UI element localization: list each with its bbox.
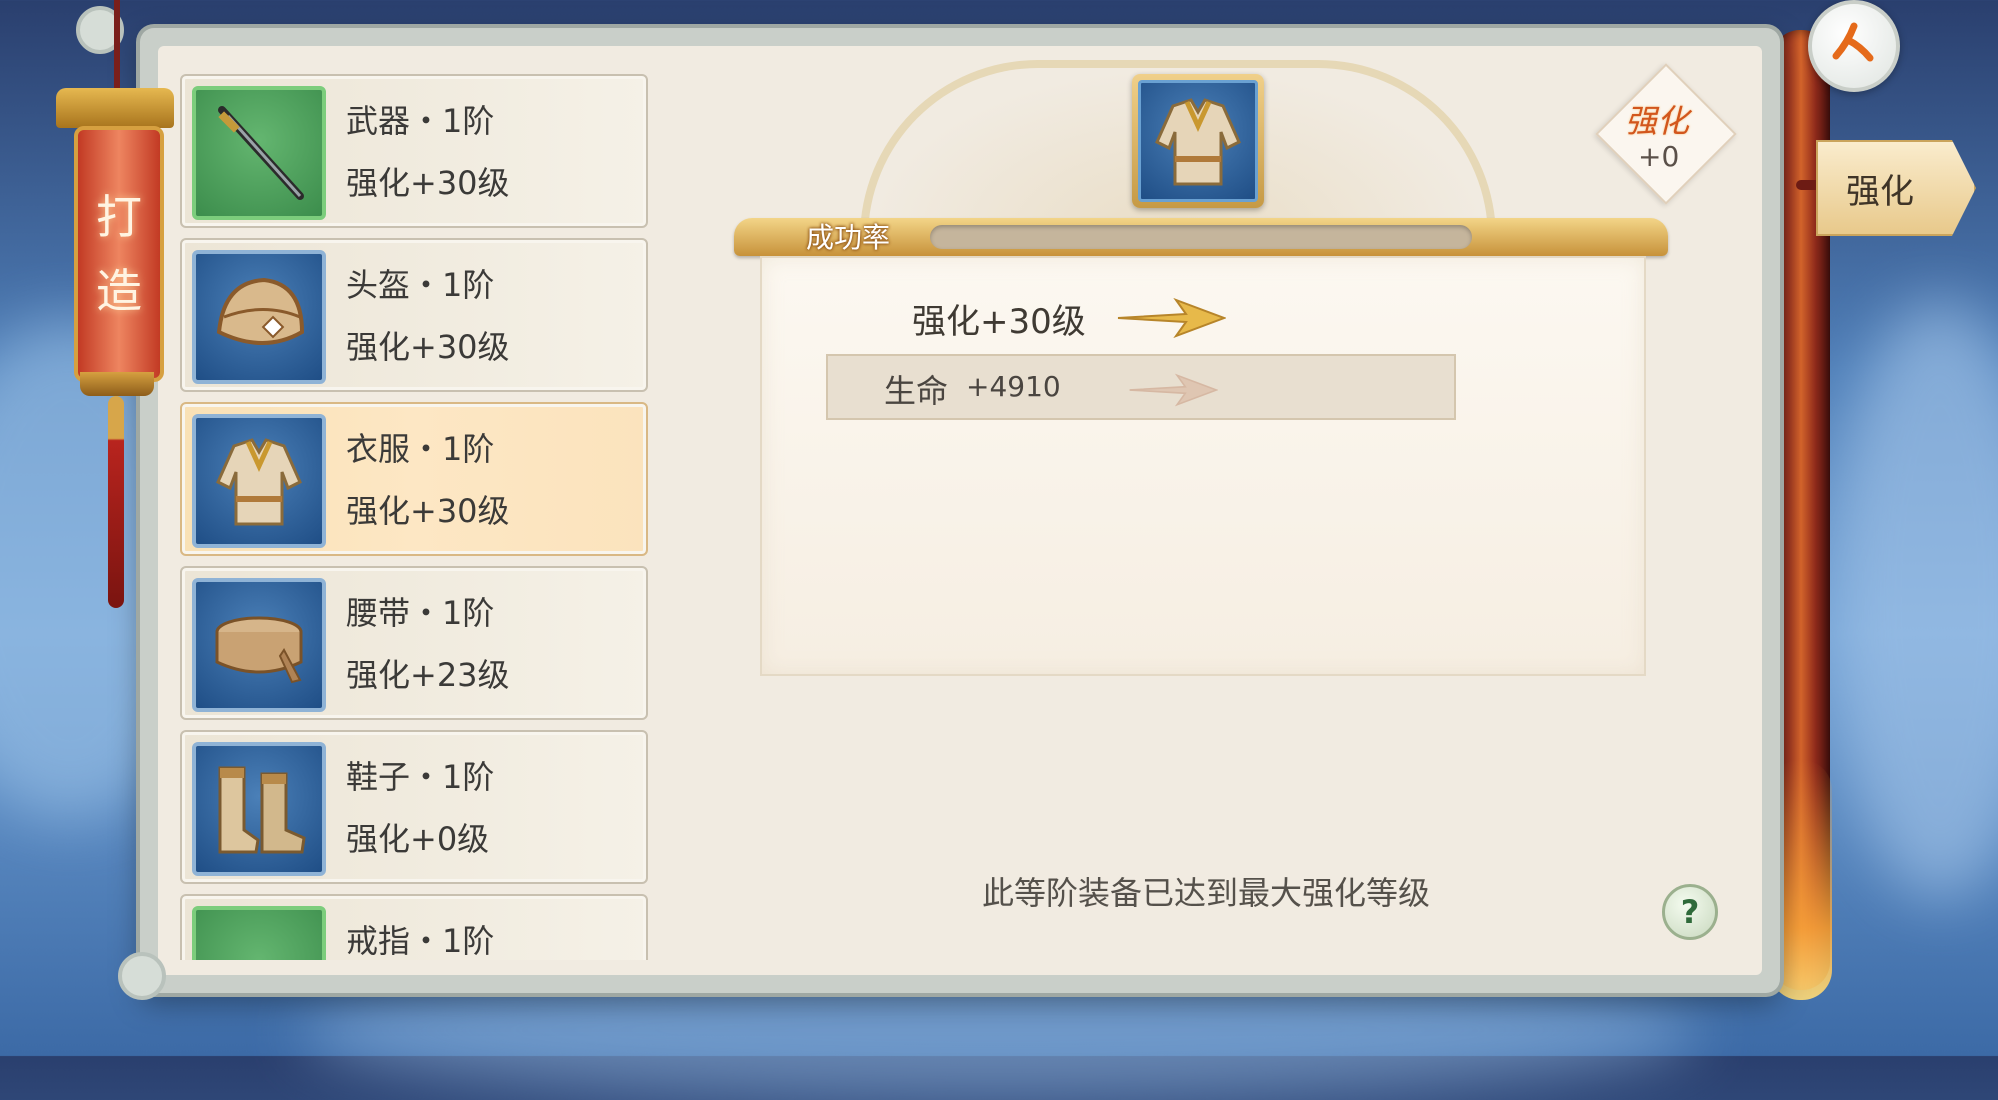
equipment-name: 鞋子・1阶 (346, 758, 495, 796)
belt-icon (192, 578, 326, 712)
lantern-cap (56, 88, 174, 128)
selected-equipment-slot[interactable] (1132, 74, 1264, 208)
equipment-level: 强化+30级 (346, 328, 510, 366)
background-cloud (1830, 300, 1998, 900)
equipment-item-boots[interactable]: 鞋子・1阶 强化+0级 (180, 730, 648, 884)
armor-icon (1138, 80, 1258, 202)
equipment-item-ring[interactable]: 戒指・1阶 (180, 894, 648, 960)
stat-label: 生命 (884, 372, 949, 410)
lantern-char-1: 打 (96, 190, 142, 244)
success-rate-label: 成功率 (806, 221, 891, 254)
frame-corner-ornament (118, 952, 166, 1000)
help-button[interactable]: ? (1662, 884, 1718, 940)
arrow-right-icon (1117, 298, 1226, 338)
equipment-level: 强化+23级 (346, 656, 510, 694)
forge-lantern-title: 打 造 (74, 126, 164, 382)
armor-icon (192, 414, 326, 548)
enhance-badge-value: +0 (1638, 140, 1680, 173)
lantern-cord (114, 0, 120, 90)
close-button[interactable] (1808, 0, 1900, 92)
arrow-right-icon (1129, 373, 1218, 407)
close-icon (1832, 22, 1874, 62)
lantern-char-2: 造 (96, 264, 142, 318)
equipment-item-armor[interactable]: 衣服・1阶 强化+30级 (180, 402, 648, 556)
equipment-name: 腰带・1阶 (346, 594, 495, 632)
equipment-level: 强化+0级 (346, 820, 490, 858)
equipment-level: 强化+30级 (346, 164, 510, 202)
lantern-bottom (80, 372, 154, 396)
helmet-icon (192, 250, 326, 384)
equipment-level: 强化+30级 (346, 492, 510, 530)
equipment-name: 头盔・1阶 (346, 266, 495, 304)
stat-value: +4910 (966, 370, 1061, 403)
max-level-message: 此等阶装备已达到最大强化等级 (982, 874, 1431, 912)
equipment-name: 武器・1阶 (346, 102, 495, 140)
equipment-list[interactable]: 武器・1阶 强化+30级 头盔・1阶 强化+30级 衣服・1阶 强化+30级 腰… (176, 70, 650, 960)
equipment-name: 衣服・1阶 (346, 430, 495, 468)
sword-icon (192, 86, 326, 220)
equipment-name: 戒指・1阶 (346, 922, 495, 960)
boots-icon (192, 742, 326, 876)
equipment-item-weapon[interactable]: 武器・1阶 强化+30级 (180, 74, 648, 228)
enhance-badge-title: 强化 (1624, 102, 1689, 140)
lantern-tassel (108, 396, 124, 608)
success-rate-track (930, 225, 1472, 249)
equipment-item-belt[interactable]: 腰带・1阶 强化+23级 (180, 566, 648, 720)
tab-enhance-label: 强化 (1846, 172, 1914, 212)
ring-icon (192, 906, 326, 960)
current-enhance-level: 强化+30级 (912, 302, 1086, 342)
equipment-item-helmet[interactable]: 头盔・1阶 强化+30级 (180, 238, 648, 392)
